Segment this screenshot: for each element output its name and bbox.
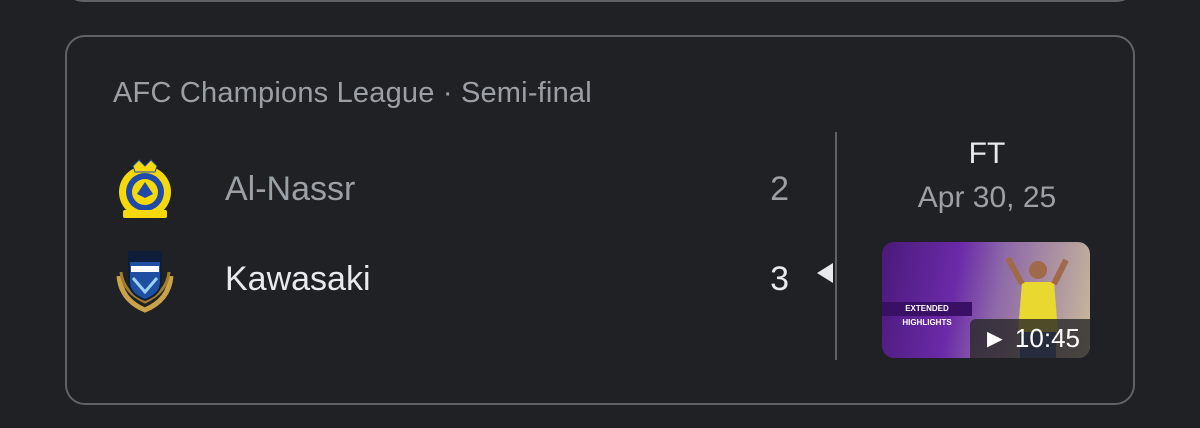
kawasaki-frontale-crest-icon: [116, 251, 174, 313]
match-status: FT: [968, 137, 1006, 170]
team-row-home[interactable]: Al-Nassr 2: [67, 152, 837, 222]
league-title: AFC Champions League · Semi-final: [113, 77, 592, 109]
highlights-video-thumbnail[interactable]: EXTENDED HIGHLIGHTS ► 10:45: [882, 242, 1090, 358]
team-row-away[interactable]: Kawasaki 3: [67, 242, 837, 313]
al-nassr-crest-icon: [119, 159, 171, 218]
highlights-banner: EXTENDED HIGHLIGHTS: [882, 302, 972, 327]
match-card[interactable]: AFC Champions League · Semi-final Al-Nas…: [65, 35, 1135, 405]
winner-indicator-icon: [817, 263, 833, 283]
home-team-name: Al-Nassr: [225, 170, 356, 208]
home-team-score: 2: [770, 170, 789, 208]
away-team-score: 3: [770, 260, 789, 298]
away-team-name: Kawasaki: [225, 260, 371, 298]
video-duration: ► 10:45: [969, 319, 1090, 358]
previous-match-card[interactable]: [65, 0, 1135, 2]
match-date: Apr 30, 25: [917, 181, 1057, 214]
